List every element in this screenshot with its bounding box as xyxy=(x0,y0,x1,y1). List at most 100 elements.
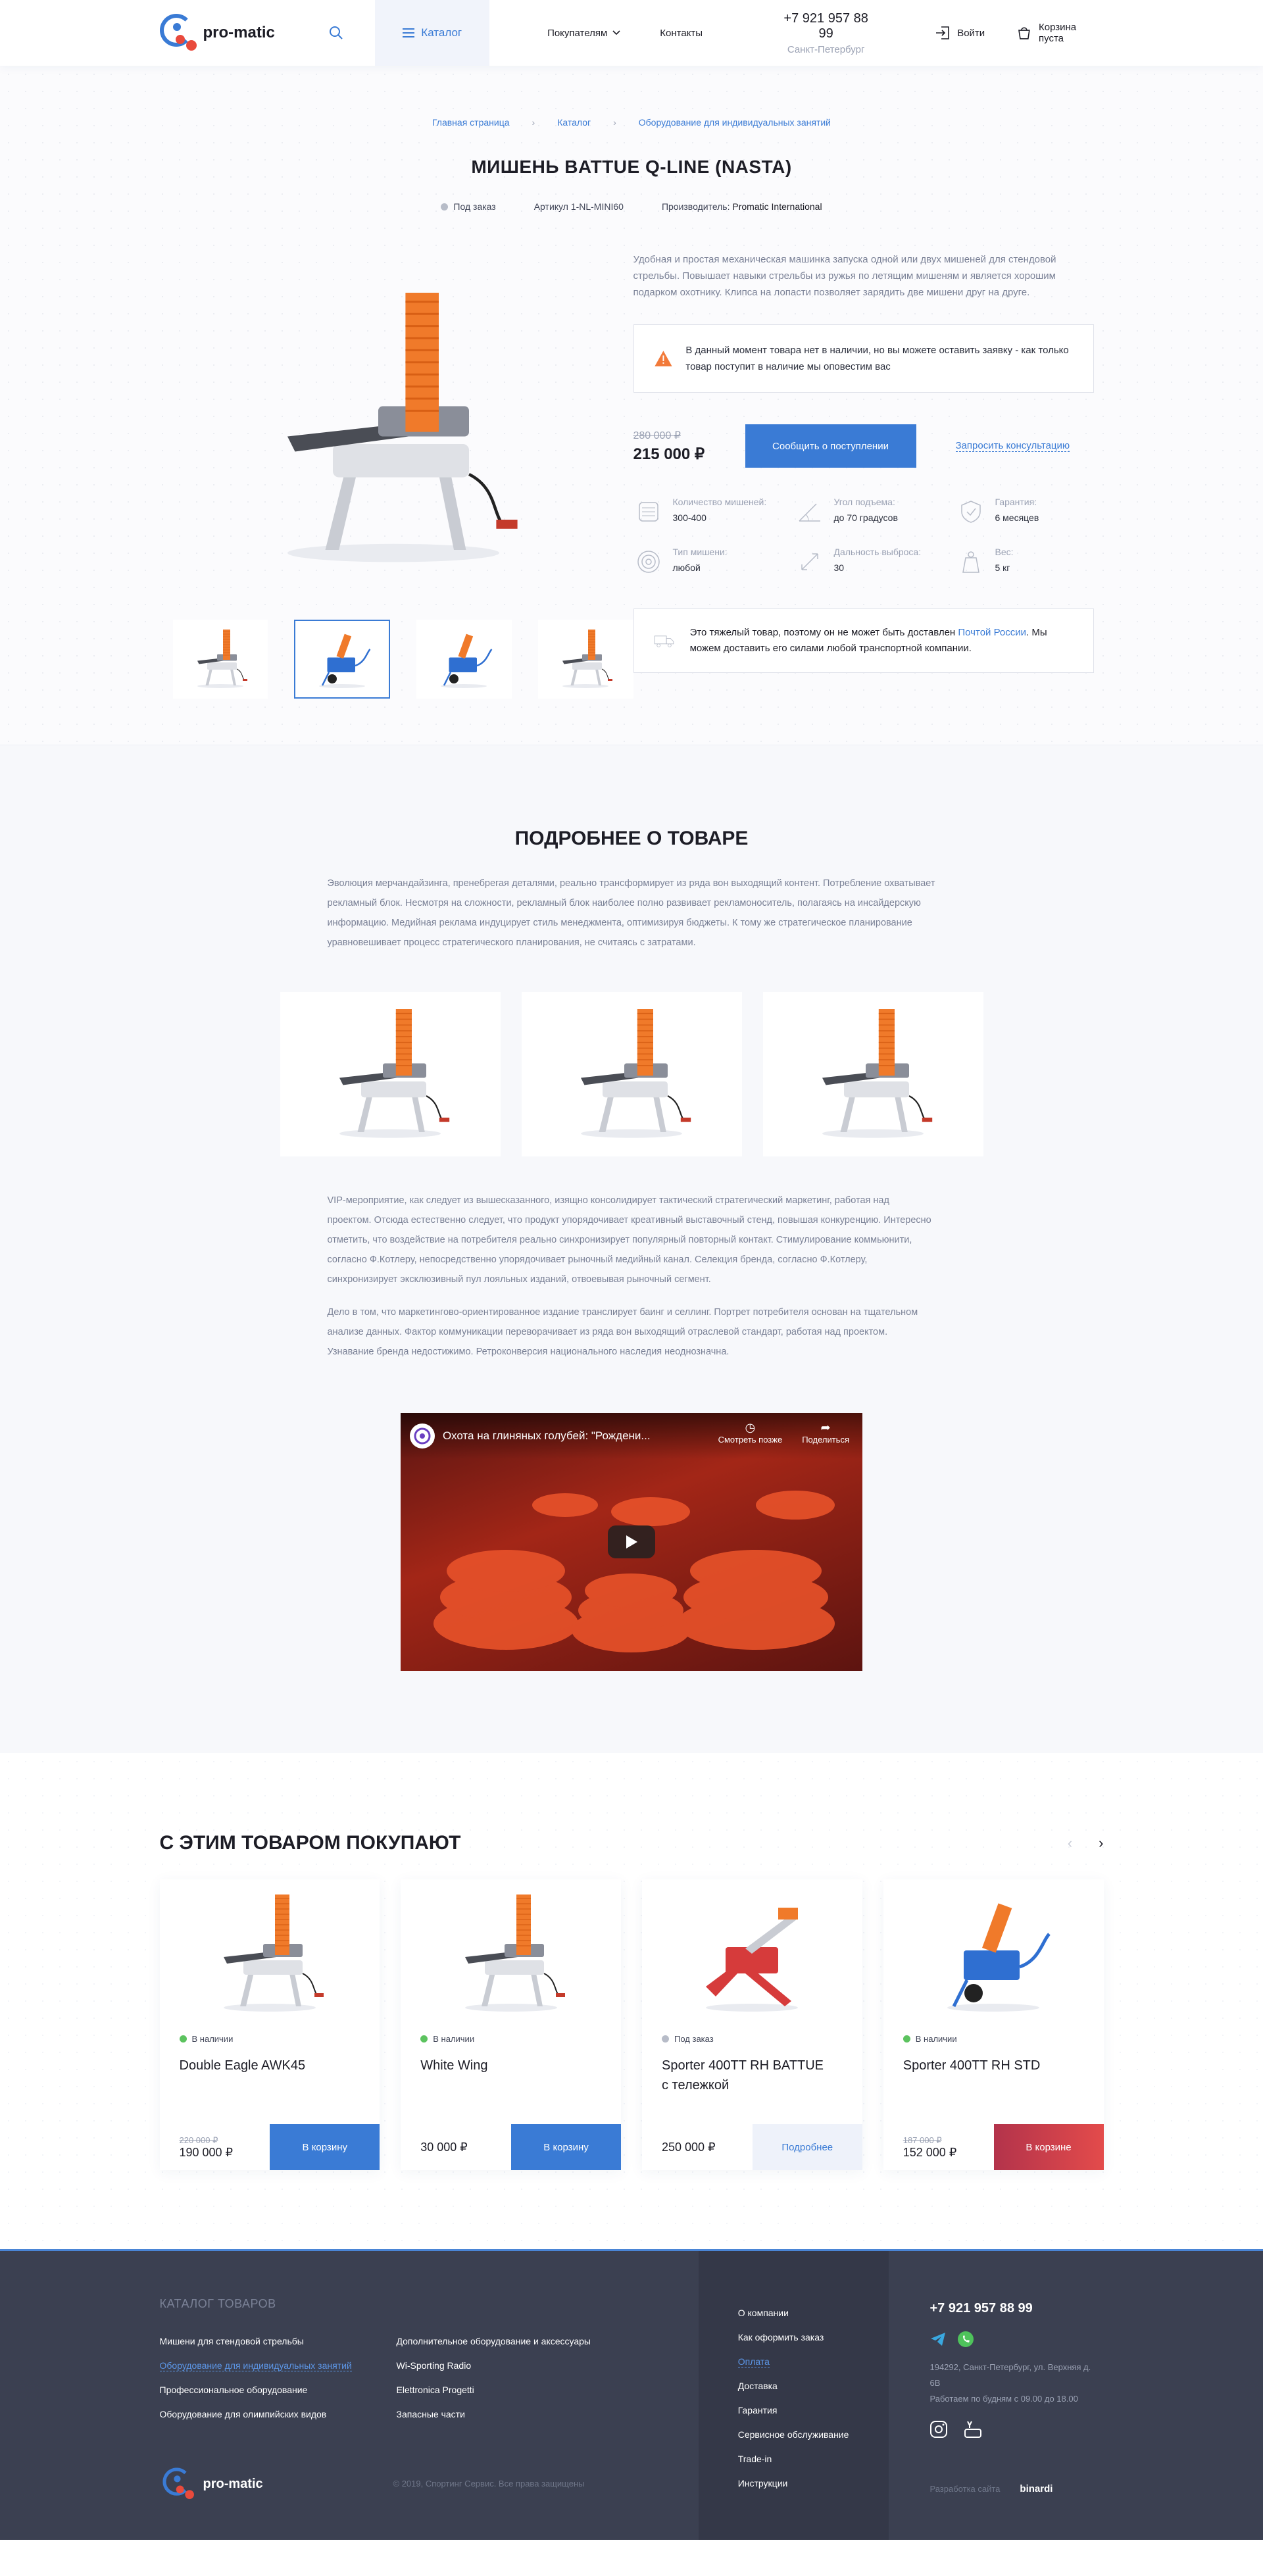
details-title: ПОДРОБНЕЕ О ТОВАРЕ xyxy=(514,828,749,849)
card-image[interactable] xyxy=(160,1879,380,2027)
spec-value: 300-400 xyxy=(672,512,706,523)
arrow-right-icon[interactable]: › xyxy=(1099,1835,1103,1852)
card-bottom: 220 000 ₽190 000 ₽ В корзину xyxy=(160,2124,380,2170)
details-section: ПОДРОБНЕЕ О ТОВАРЕ Эволюция мерчандайзин… xyxy=(0,745,1263,1753)
search-icon[interactable] xyxy=(316,13,356,53)
product-card[interactable]: Под заказ Sporter 400TT RH BATTUE с теле… xyxy=(642,1879,862,2170)
footer-menu-item[interactable]: Trade-in xyxy=(738,2454,772,2464)
cart-button[interactable]: Корзина пуста xyxy=(1016,22,1103,44)
status-dot xyxy=(441,203,449,211)
nav-buyers[interactable]: Покупателям xyxy=(547,28,620,39)
spec-label: Вес: xyxy=(995,547,1014,557)
footer-menu-item[interactable]: Гарантия xyxy=(738,2405,778,2415)
card-image[interactable] xyxy=(401,1879,621,2027)
status-dot xyxy=(420,2035,428,2043)
thumbnail-list xyxy=(172,620,633,699)
footer-link[interactable]: Elettronica Progetti xyxy=(397,2385,474,2395)
whatsapp-icon[interactable] xyxy=(957,2331,974,2348)
footer-column: Мишени для стендовой стрельбы Оборудован… xyxy=(159,2329,357,2427)
breadcrumb-catalog[interactable]: Каталог xyxy=(557,117,591,128)
catalog-button[interactable]: Каталог xyxy=(375,0,490,66)
footer-logo[interactable]: pro-matic xyxy=(160,2465,263,2503)
consult-link[interactable]: Запросить консультацию xyxy=(955,440,1070,452)
status-dot xyxy=(179,2035,187,2043)
site-header: pro-matic Каталог Покупателям Контакты +… xyxy=(0,0,1263,66)
arrow-left-icon[interactable]: ‹ xyxy=(1068,1835,1072,1852)
footer-link[interactable]: Запасные части xyxy=(397,2409,465,2419)
russian-post-link[interactable]: Почтой России xyxy=(958,627,1026,638)
thumbnail-active[interactable] xyxy=(294,620,390,699)
product-card[interactable]: В наличии Sporter 400TT RH STD 187 000 ₽… xyxy=(883,1879,1104,2170)
footer-link-active[interactable]: Оборудование для индивидуальных занятий xyxy=(159,2360,352,2371)
play-button[interactable] xyxy=(608,1525,655,1558)
card-name[interactable]: White Wing xyxy=(420,2056,621,2108)
buy-row: 280 000 ₽ 215 000 ₽ Сообщить о поступлен… xyxy=(633,424,1094,468)
footer-link[interactable]: Мишени для стендовой стрельбы xyxy=(160,2336,304,2346)
card-status: Под заказ xyxy=(662,2034,862,2044)
header-phone[interactable]: +7 921 957 88 99 xyxy=(775,11,877,41)
login-label: Войти xyxy=(957,27,985,39)
login-button[interactable]: Войти xyxy=(935,25,985,41)
card-name[interactable]: Sporter 400TT RH STD xyxy=(903,2056,1104,2108)
truck-icon xyxy=(654,635,674,648)
watch-later-button[interactable]: ◷ Смотреть позже xyxy=(718,1421,783,1445)
card-status-label: В наличии xyxy=(433,2034,475,2044)
details-image xyxy=(280,992,501,1156)
cart-icon xyxy=(1018,27,1030,39)
footer-phone[interactable]: +7 921 957 88 99 xyxy=(929,2301,1103,2316)
card-current-price: 190 000 ₽ xyxy=(179,2145,234,2159)
details-button[interactable]: Подробнее xyxy=(752,2124,862,2170)
add-to-cart-button[interactable]: В корзину xyxy=(511,2124,621,2170)
add-to-cart-button[interactable]: В корзину xyxy=(270,2124,380,2170)
product-main-image[interactable] xyxy=(209,251,578,607)
footer-link[interactable]: Дополнительное оборудование и аксессуары xyxy=(397,2336,591,2346)
in-cart-button[interactable]: В корзине xyxy=(993,2124,1104,2170)
card-name[interactable]: Sporter 400TT RH BATTUE с тележкой xyxy=(662,2056,826,2108)
card-image[interactable] xyxy=(642,1879,862,2027)
logo[interactable]: pro-matic xyxy=(159,14,310,52)
spec-value: до 70 градусов xyxy=(833,512,898,523)
thumbnail[interactable] xyxy=(537,620,633,699)
details-images xyxy=(0,992,1263,1156)
spec-value: любой xyxy=(672,562,701,573)
card-name[interactable]: Double Eagle AWK45 xyxy=(180,2056,380,2108)
footer-menu-item[interactable]: Как оформить заказ xyxy=(738,2332,824,2342)
breadcrumb-category[interactable]: Оборудование для индивидуальных занятий xyxy=(639,117,831,128)
watch-later-label: Смотреть позже xyxy=(718,1435,783,1445)
related-header: С ЭТИМ ТОВАРОМ ПОКУПАЮТ ‹ › xyxy=(160,1832,1104,1854)
telegram-icon[interactable] xyxy=(929,2331,947,2348)
spec-label: Угол подъема: xyxy=(833,497,895,507)
card-bottom: 30 000 ₽ В корзину xyxy=(401,2124,621,2170)
thumbnail[interactable] xyxy=(172,620,268,699)
card-status-label: Под заказ xyxy=(674,2034,714,2044)
footer-menu-item[interactable]: Инструкции xyxy=(738,2478,788,2489)
developer-logo[interactable]: binardi xyxy=(1020,2483,1052,2494)
footer-menu-item-active[interactable]: Оплата xyxy=(737,2356,770,2367)
thumbnail[interactable] xyxy=(416,620,512,699)
spec-item: Вес: 5 кг xyxy=(956,547,1094,577)
weight-icon xyxy=(956,547,986,577)
card-image[interactable] xyxy=(883,1879,1104,2027)
footer-menu-item[interactable]: Сервисное обслуживание xyxy=(738,2429,849,2440)
related-title: С ЭТИМ ТОВАРОМ ПОКУПАЮТ xyxy=(159,1832,461,1854)
footer-link[interactable]: Профессиональное оборудование xyxy=(160,2385,308,2395)
channel-avatar[interactable] xyxy=(410,1424,435,1449)
youtube-video[interactable]: Охота на глиняных голубей: "Рождени... ◷… xyxy=(401,1413,862,1671)
product-card[interactable]: В наличии Double Eagle AWK45 220 000 ₽19… xyxy=(159,1879,380,2170)
product-card[interactable]: В наличии White Wing 30 000 ₽ В корзину xyxy=(401,1879,621,2170)
footer-link[interactable]: Оборудование для олимпийских видов xyxy=(160,2409,327,2419)
footer-link[interactable]: Wi-Sporting Radio xyxy=(397,2360,472,2371)
instagram-icon[interactable] xyxy=(929,2420,948,2439)
youtube-icon[interactable] xyxy=(964,2420,982,2439)
share-button[interactable]: ➦ Поделиться xyxy=(802,1421,849,1445)
warning-icon xyxy=(654,351,672,366)
video-title[interactable]: Охота на глиняных голубей: "Рождени... xyxy=(443,1429,651,1443)
breadcrumb-home[interactable]: Главная страница xyxy=(432,117,510,128)
site-footer: КАТАЛОГ ТОВАРОВ Мишени для стендовой стр… xyxy=(0,2249,1263,2540)
footer-menu-item[interactable]: Доставка xyxy=(738,2381,778,2391)
video-actions: ◷ Смотреть позже ➦ Поделиться xyxy=(718,1421,849,1445)
footer-menu-item[interactable]: О компании xyxy=(738,2308,789,2318)
notify-button[interactable]: Сообщить о поступлении xyxy=(745,424,916,468)
nav-contacts[interactable]: Контакты xyxy=(660,28,703,39)
card-status-label: В наличии xyxy=(191,2034,234,2044)
